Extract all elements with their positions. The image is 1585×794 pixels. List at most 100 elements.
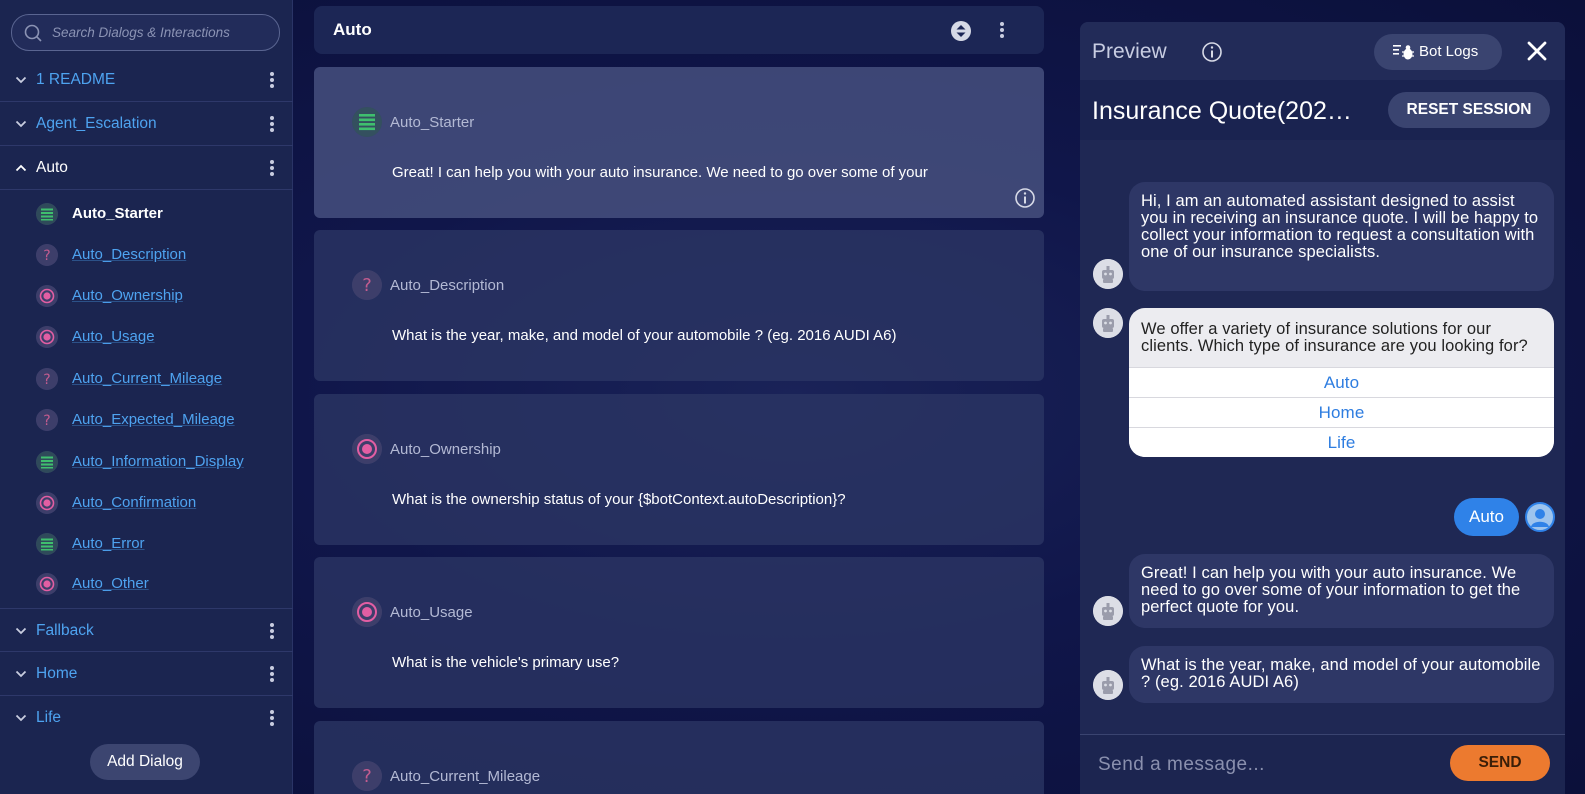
quick-reply-life[interactable]: Life [1129,427,1554,457]
dialog-group-auto[interactable]: Auto [0,146,293,190]
bot-avatar-icon [1093,596,1123,626]
more-options-icon[interactable] [269,158,275,178]
chevron-down-icon[interactable] [15,75,27,85]
interaction-card-auto-ownership[interactable]: Auto_Ownership What is the ownership sta… [314,394,1044,545]
reset-session-button[interactable]: RESET SESSION [1388,92,1550,128]
bot-message: What is the year, make, and model of you… [1129,646,1554,703]
interaction-item-label[interactable]: Auto_Starter [72,205,163,222]
info-icon[interactable] [1201,41,1223,63]
svg-text:?: ? [43,372,50,388]
interaction-card-auto-current-mileage[interactable]: ? Auto_Current_Mileage [314,721,1044,794]
preview-bot-bar: Insurance Quote(202… RESET SESSION [1080,80,1565,140]
dialog-group-label[interactable]: Fallback [36,622,94,640]
interaction-card-auto-description[interactable]: ? Auto_Description What is the year, mak… [314,230,1044,381]
dialog-group-readme[interactable]: 1 README [0,58,293,102]
svg-text:?: ? [43,413,50,429]
interaction-item-auto-ownership[interactable]: Auto_Ownership [36,284,276,308]
interaction-item-label[interactable]: Auto_Expected_Mileage [72,411,235,428]
more-options-icon[interactable] [269,114,275,134]
close-icon[interactable] [1526,40,1548,62]
dialog-group-label[interactable]: 1 README [36,71,115,89]
preview-header: Preview Bot Logs [1080,22,1565,80]
interaction-item-label[interactable]: Auto_Ownership [72,287,183,304]
choice-icon [36,285,58,307]
more-options-icon[interactable] [269,621,275,641]
interaction-item-auto-expected-mileage[interactable]: ? Auto_Expected_Mileage [36,408,276,432]
dialog-title: Auto [333,20,372,39]
dialog-group-agent-escalation[interactable]: Agent_Escalation [0,102,293,146]
dialog-group-home[interactable]: Home [0,652,293,696]
interaction-name: Auto_Ownership [390,441,501,458]
interaction-text: What is the year, make, and model of you… [392,327,897,344]
info-icon[interactable] [1014,187,1036,209]
preview-panel: Preview Bot Logs Insurance Quote(202… RE… [1080,22,1565,794]
send-button[interactable]: SEND [1450,745,1550,781]
message-input[interactable]: Send a message... [1098,754,1265,776]
question-icon: ? [352,270,382,300]
interaction-text: What is the vehicle's primary use? [392,654,620,671]
bot-question-text: We offer a variety of insurance solution… [1141,320,1528,355]
message-icon [36,451,58,473]
interaction-item-auto-starter[interactable]: Auto_Starter [36,202,276,226]
dialog-group-life[interactable]: Life [0,696,293,740]
message-icon [352,107,382,137]
interaction-item-auto-information-display[interactable]: Auto_Information_Display [36,450,276,474]
add-dialog-button[interactable]: Add Dialog [90,744,200,780]
collapse-expand-icon[interactable] [950,20,972,42]
search-placeholder: Search Dialogs & Interactions [52,25,230,40]
chevron-down-icon[interactable] [15,713,27,723]
user-message: Auto [1454,498,1519,536]
interaction-card-auto-starter[interactable]: Auto_Starter Great! I can help you with … [314,67,1044,218]
chevron-down-icon[interactable] [15,119,27,129]
interaction-name: Auto_Starter [390,114,475,131]
quick-reply-auto[interactable]: Auto [1129,367,1554,397]
svg-text:?: ? [43,248,50,264]
dialog-group-label[interactable]: Agent_Escalation [36,115,157,133]
bot-avatar-icon [1093,308,1123,338]
chevron-up-icon[interactable] [15,163,27,173]
interaction-item-auto-other[interactable]: Auto_Other [36,572,276,596]
interaction-item-auto-description[interactable]: ? Auto_Description [36,243,276,267]
message-icon [36,203,58,225]
question-icon: ? [36,409,58,431]
interaction-item-label[interactable]: Auto_Error [72,535,145,552]
interaction-item-label[interactable]: Auto_Description [72,246,186,263]
interaction-item-label[interactable]: Auto_Other [72,575,149,592]
more-options-icon[interactable] [269,70,275,90]
choice-icon [36,492,58,514]
dialog-sidebar: Search Dialogs & Interactions 1 README A… [0,0,293,794]
search-input[interactable]: Search Dialogs & Interactions [11,14,280,51]
choice-icon [352,597,382,627]
bot-logs-button[interactable]: Bot Logs [1374,34,1502,70]
svg-text:?: ? [362,275,372,296]
dialog-group-label[interactable]: Life [36,709,61,727]
chevron-down-icon[interactable] [15,626,27,636]
dialog-group-label[interactable]: Home [36,665,77,683]
interaction-item-label[interactable]: Auto_Information_Display [72,453,244,470]
interaction-item-auto-confirmation[interactable]: Auto_Confirmation [36,491,276,515]
interaction-card-auto-usage[interactable]: Auto_Usage What is the vehicle's primary… [314,557,1044,708]
bot-logs-label: Bot Logs [1419,43,1479,60]
interaction-item-label[interactable]: Auto_Usage [72,328,155,345]
interaction-name: Auto_Description [390,277,505,294]
interaction-item-label[interactable]: Auto_Current_Mileage [72,370,222,387]
search-icon [24,24,42,42]
dialog-group-fallback[interactable]: Fallback [0,608,293,652]
interaction-item-auto-usage[interactable]: Auto_Usage [36,325,276,349]
chevron-down-icon[interactable] [15,669,27,679]
more-options-icon[interactable] [999,20,1005,40]
bot-avatar-icon [1093,670,1123,700]
question-icon: ? [36,368,58,390]
preview-title: Preview [1092,40,1167,63]
dialog-group-label[interactable]: Auto [36,159,68,177]
bot-name: Insurance Quote(202… [1092,97,1352,125]
interaction-item-label[interactable]: Auto_Confirmation [72,494,196,511]
interaction-item-auto-current-mileage[interactable]: ? Auto_Current_Mileage [36,367,276,391]
user-avatar-icon [1525,502,1555,532]
quick-reply-home[interactable]: Home [1129,397,1554,427]
choice-icon [352,434,382,464]
interaction-item-auto-error[interactable]: Auto_Error [36,532,276,556]
more-options-icon[interactable] [269,708,275,728]
bot-message: Hi, I am an automated assistant designed… [1129,182,1554,291]
more-options-icon[interactable] [269,664,275,684]
